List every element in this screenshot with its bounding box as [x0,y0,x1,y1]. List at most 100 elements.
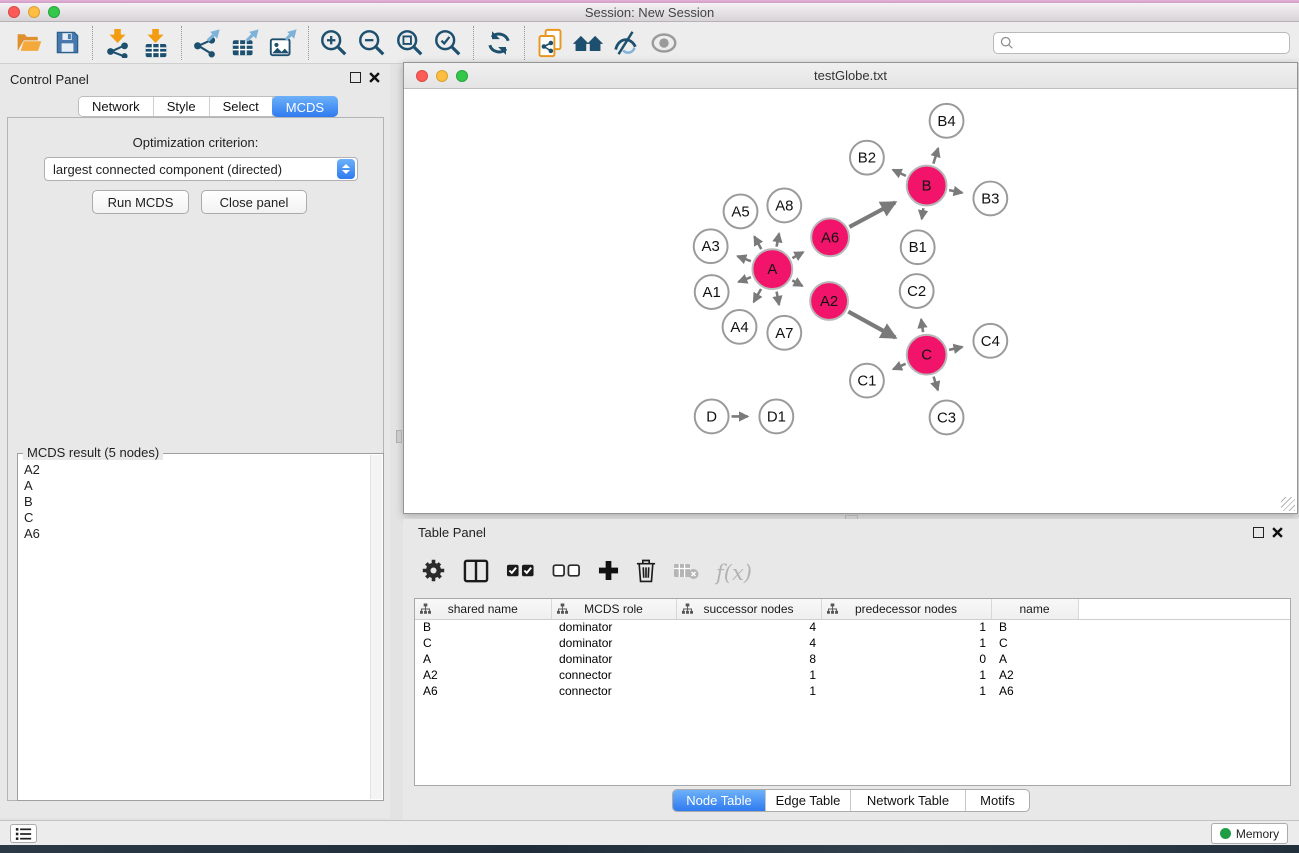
edge-A-A5[interactable] [754,236,761,249]
export-image-button[interactable] [264,25,302,61]
tab-style[interactable]: Style [154,97,210,116]
node-C2[interactable]: C2 [900,274,934,308]
tab-node-table[interactable]: Node Table [673,790,766,811]
zoom-network-button[interactable] [456,70,468,82]
node-A1[interactable]: A1 [695,275,729,309]
edge-C-C3[interactable] [934,377,938,391]
tab-motifs[interactable]: Motifs [966,790,1029,811]
result-item[interactable]: A [24,478,370,494]
tab-select[interactable]: Select [210,97,273,116]
edge-A-A6[interactable] [792,252,803,258]
edge-A-A1[interactable] [738,277,751,282]
export-network-button[interactable] [188,25,226,61]
table-row[interactable]: A6connector11A6 [415,683,1290,699]
edge-C-C4[interactable] [949,347,962,350]
edge-A-A4[interactable] [754,289,761,302]
minimize-network-button[interactable] [436,70,448,82]
delete-table-button[interactable] [673,562,699,585]
search-input[interactable] [1014,36,1283,50]
table-row[interactable]: Bdominator41B [415,619,1290,635]
tab-mcds[interactable]: MCDS [272,96,338,117]
network-vertical-scrollbar[interactable] [396,430,402,443]
tab-network-table[interactable]: Network Table [851,790,966,811]
node-B2[interactable]: B2 [850,141,884,175]
tab-edge-table[interactable]: Edge Table [766,790,851,811]
table-settings-button[interactable] [421,558,446,588]
node-A5[interactable]: A5 [724,195,758,229]
open-session-button[interactable] [10,25,48,61]
search-field[interactable] [993,32,1290,54]
node-B1[interactable]: B1 [901,230,935,264]
edge-C-C1[interactable] [893,364,905,369]
refresh-button[interactable] [480,25,518,61]
show-columns-button[interactable] [463,559,489,588]
edge-C-C2[interactable] [921,319,923,332]
node-A2[interactable]: A2 [810,282,848,320]
hide-graphics-details-button[interactable] [607,25,645,61]
create-column-button[interactable] [598,560,619,586]
node-B3[interactable]: B3 [973,182,1007,216]
memory-button[interactable]: Memory [1211,823,1288,844]
float-panel-icon[interactable] [350,72,361,83]
result-scrollbar[interactable] [370,455,382,799]
birds-eye-view-button[interactable] [645,25,683,61]
edge-B-B4[interactable] [933,148,938,163]
result-item[interactable]: C [24,510,370,526]
node-C4[interactable]: C4 [973,324,1007,358]
column-header-MCDS-role[interactable]: MCDS role [551,599,676,619]
import-table-button[interactable] [137,25,175,61]
result-item[interactable]: A6 [24,526,370,542]
float-panel-icon[interactable] [1253,527,1264,538]
node-A6[interactable]: A6 [811,218,849,256]
save-session-button[interactable] [48,25,86,61]
node-A3[interactable]: A3 [694,229,728,263]
copy-network-view-button[interactable] [531,25,569,61]
node-A4[interactable]: A4 [723,310,757,344]
edge-A-A2[interactable] [792,280,802,286]
close-panel-icon[interactable] [369,72,380,83]
table-row[interactable]: A2connector11A2 [415,667,1290,683]
function-builder-button[interactable]: f(x) [716,561,752,585]
run-mcds-button[interactable]: Run MCDS [92,190,189,214]
edge-A-A7[interactable] [777,292,779,305]
node-D1[interactable]: D1 [759,400,793,434]
edge-A6-B[interactable] [849,202,895,227]
close-network-button[interactable] [416,70,428,82]
result-item[interactable]: B [24,494,370,510]
edge-A2-C[interactable] [848,312,895,338]
edge-A-A3[interactable] [737,256,750,261]
node-C3[interactable]: C3 [930,401,964,435]
minimize-window-button[interactable] [28,6,40,18]
node-D[interactable]: D [695,400,729,434]
column-header-predecessor-nodes[interactable]: predecessor nodes [821,599,991,619]
home-button[interactable] [569,25,607,61]
table-row[interactable]: Adominator80A [415,651,1290,667]
zoom-window-button[interactable] [48,6,60,18]
edge-B-B3[interactable] [949,190,962,193]
node-A8[interactable]: A8 [767,189,801,223]
column-header-successor-nodes[interactable]: successor nodes [676,599,821,619]
column-header-name[interactable]: name [991,599,1078,619]
edge-B-B2[interactable] [893,170,906,176]
node-A7[interactable]: A7 [767,316,801,350]
table-row[interactable]: Cdominator41C [415,635,1290,651]
zoom-in-button[interactable] [315,25,353,61]
delete-columns-button[interactable] [636,558,656,588]
node-C[interactable]: C [907,335,947,375]
table-header-row[interactable]: shared nameMCDS rolesuccessor nodesprede… [415,599,1290,619]
edge-B-B1[interactable] [922,208,924,219]
import-network-button[interactable] [99,25,137,61]
node-A[interactable]: A [752,249,792,289]
network-canvas[interactable]: AA1A2A3A4A5A6A7A8BB1B2B3B4CC1C2C3C4DD1 [404,89,1297,513]
select-all-columns-button[interactable] [506,563,535,583]
unselect-all-columns-button[interactable] [552,563,581,583]
zoom-selected-button[interactable] [429,25,467,61]
node-B[interactable]: B [907,166,947,206]
close-window-button[interactable] [8,6,20,18]
edge-A-A8[interactable] [777,234,779,247]
zoom-out-button[interactable] [353,25,391,61]
tab-network[interactable]: Network [79,97,154,116]
window-resize-grip[interactable] [1281,497,1295,511]
result-item[interactable]: A2 [24,462,370,478]
export-table-button[interactable] [226,25,264,61]
